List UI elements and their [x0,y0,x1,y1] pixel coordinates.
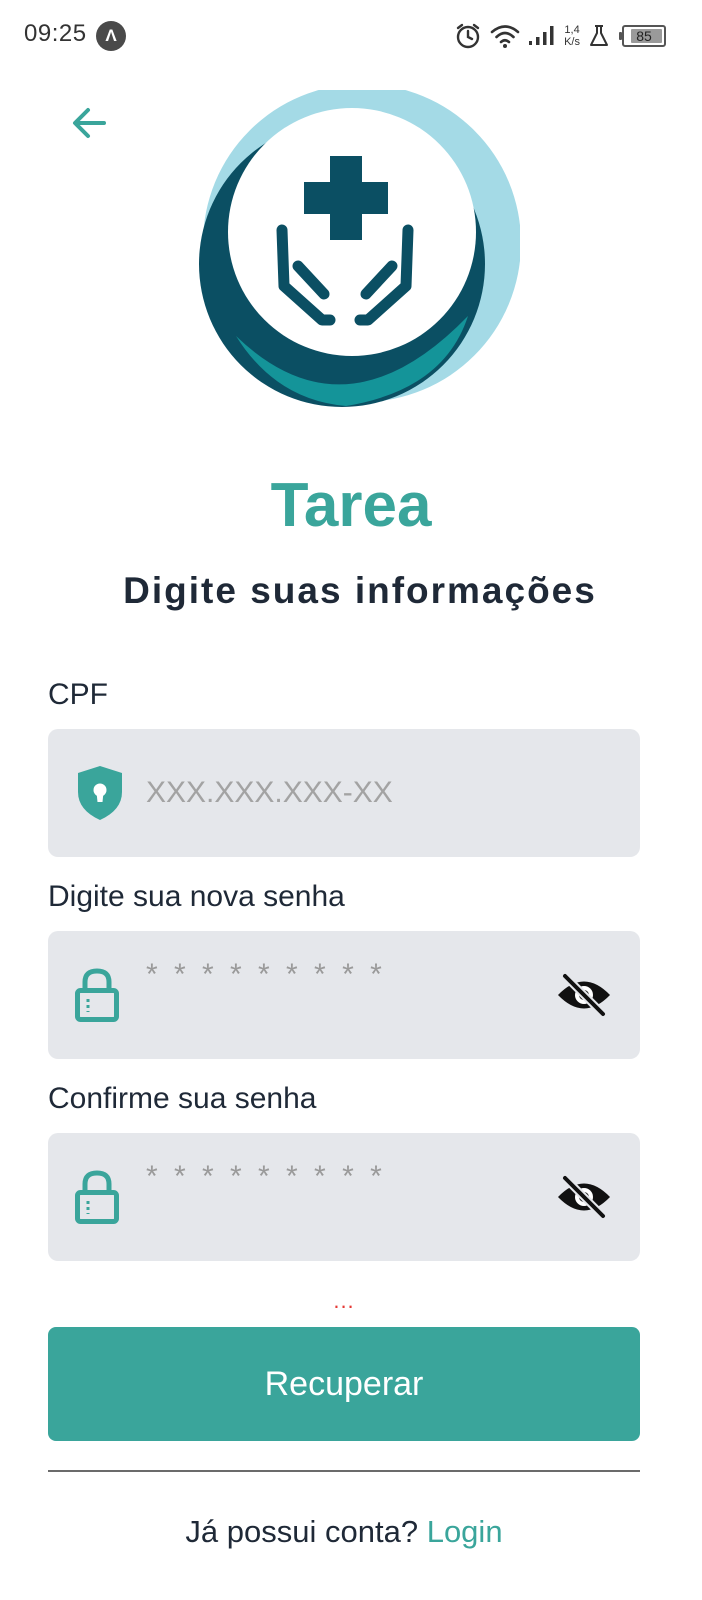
lab-flask-icon [590,25,608,46]
cpf-input[interactable] [146,729,526,857]
app-notification-icon: Λ [96,21,126,51]
back-button[interactable] [66,100,112,146]
network-speed: 1,4 K/s [564,24,580,48]
confirm-password-input[interactable] [146,1113,526,1241]
status-bar: 09:25 Λ 1,4 K/s 85 [0,0,702,70]
status-indicators: 1,4 K/s 85 [454,18,666,54]
app-title: Tarea [270,471,432,540]
login-link[interactable]: Login [427,1514,503,1549]
alarm-icon [456,23,480,49]
new-password-label: Digite sua nova senha [48,880,345,913]
wifi-icon [490,25,520,48]
login-question: Já possui conta? [185,1514,419,1549]
arrow-left-icon [73,108,106,138]
footer-login-prompt: Já possui conta? Login [0,1514,688,1550]
form-status-text: ... [333,1288,355,1313]
signal-icon [529,26,554,45]
page-subtitle: Digite suas informações [123,570,597,611]
new-password-input[interactable] [146,911,526,1039]
network-speed-unit: K/s [564,36,580,48]
battery-percent: 85 [636,28,652,44]
cpf-label: CPF [48,678,108,711]
padlock-icon [74,1133,120,1261]
confirm-password-field[interactable] [48,1113,640,1261]
new-password-field[interactable] [48,911,640,1059]
toggle-confirm-password-visibility[interactable] [556,1133,612,1261]
eye-off-icon [558,1175,610,1219]
app-logo [199,90,520,407]
recover-button[interactable]: Recuperar [48,1327,640,1441]
eye-off-icon [558,973,610,1017]
shield-keyhole-icon [74,729,126,857]
battery-icon: 85 [619,25,666,47]
status-time: 09:25 [24,20,87,47]
cpf-field[interactable] [48,729,640,857]
divider [48,1470,640,1472]
confirm-password-label: Confirme sua senha [48,1082,317,1115]
padlock-icon [74,931,120,1059]
network-speed-value: 1,4 [564,24,580,36]
toggle-password-visibility[interactable] [556,931,612,1059]
